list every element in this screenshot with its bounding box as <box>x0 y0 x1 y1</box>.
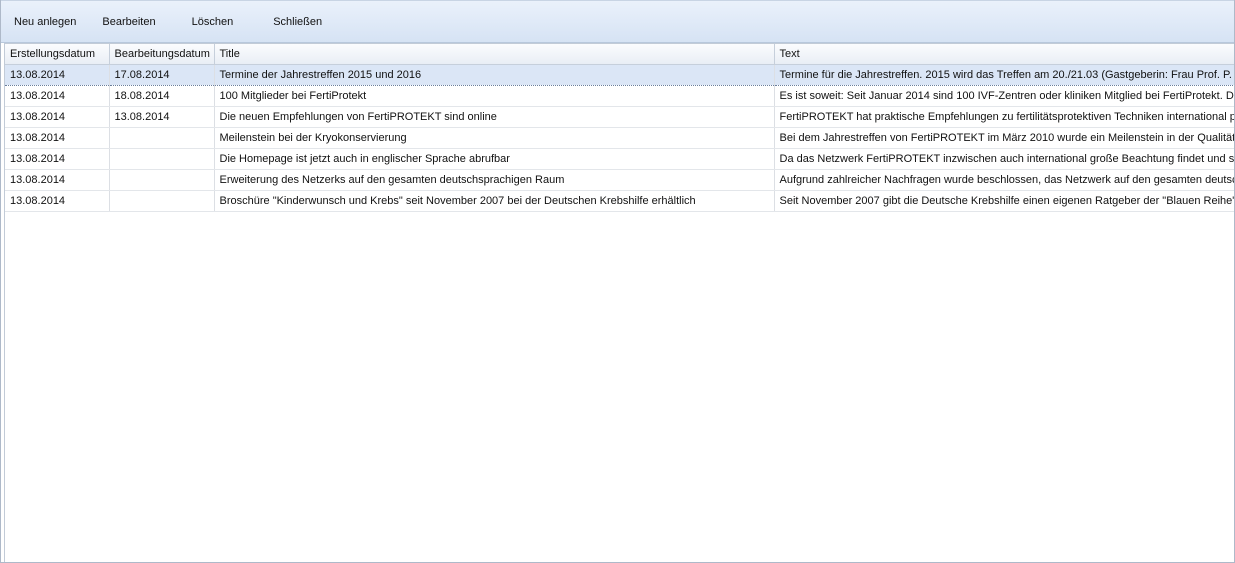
cell-title: Meilenstein bei der Kryokonservierung <box>214 127 775 149</box>
cell-edited: 13.08.2014 <box>109 106 215 128</box>
column-header-title[interactable]: Title <box>214 44 775 65</box>
cell-edited <box>109 148 215 170</box>
cell-created: 13.08.2014 <box>5 64 110 86</box>
cell-created: 13.08.2014 <box>5 190 110 212</box>
close-button[interactable]: Schließen <box>260 11 335 33</box>
cell-edited: 18.08.2014 <box>109 85 215 107</box>
table-row[interactable]: 13.08.2014 13.08.2014 Die neuen Empfehlu… <box>5 106 1234 128</box>
table-row[interactable]: 13.08.2014 18.08.2014 100 Mitglieder bei… <box>5 85 1234 107</box>
cell-text: Aufgrund zahlreicher Nachfragen wurde be… <box>774 169 1234 191</box>
cell-created: 13.08.2014 <box>5 127 110 149</box>
cell-title: Die Homepage ist jetzt auch in englische… <box>214 148 775 170</box>
new-button[interactable]: Neu anlegen <box>1 11 89 33</box>
cell-title: 100 Mitglieder bei FertiProtekt <box>214 85 775 107</box>
column-header-text[interactable]: Text <box>774 44 1234 65</box>
cell-title: Termine der Jahrestreffen 2015 und 2016 <box>214 64 775 86</box>
column-header-created[interactable]: Erstellungsdatum <box>5 44 110 65</box>
delete-button[interactable]: Löschen <box>179 11 247 33</box>
cell-text: Bei dem Jahrestreffen von FertiPROTEKT i… <box>774 127 1234 149</box>
cell-edited <box>109 127 215 149</box>
cell-title: Broschüre "Kinderwunsch und Krebs" seit … <box>214 190 775 212</box>
toolbar: Neu anlegen Bearbeiten Löschen Schließen <box>1 0 1234 43</box>
cell-text: Es ist soweit: Seit Januar 2014 sind 100… <box>774 85 1234 107</box>
cell-text: Seit November 2007 gibt die Deutsche Kre… <box>774 190 1234 212</box>
table-header-row: Erstellungsdatum Bearbeitungsdatum Title… <box>5 44 1234 65</box>
table-row[interactable]: 13.08.2014 Meilenstein bei der Kryokonse… <box>5 127 1234 149</box>
cell-text: Da das Netzwerk FertiPROTEKT inzwischen … <box>774 148 1234 170</box>
cell-created: 13.08.2014 <box>5 85 110 107</box>
cell-edited: 17.08.2014 <box>109 64 215 86</box>
table-row[interactable]: 13.08.2014 Erweiterung des Netzerks auf … <box>5 169 1234 191</box>
cell-text: FertiPROTEKT hat praktische Empfehlungen… <box>774 106 1234 128</box>
news-manager-window: Neu anlegen Bearbeiten Löschen Schließen… <box>0 0 1235 563</box>
cell-edited <box>109 169 215 191</box>
news-grid[interactable]: Erstellungsdatum Bearbeitungsdatum Title… <box>4 43 1234 562</box>
cell-created: 13.08.2014 <box>5 106 110 128</box>
cell-text: Termine für die Jahrestreffen. 2015 wird… <box>774 64 1234 86</box>
cell-created: 13.08.2014 <box>5 169 110 191</box>
table-row[interactable]: 13.08.2014 17.08.2014 Termine der Jahres… <box>5 64 1234 86</box>
cell-edited <box>109 190 215 212</box>
news-table: Erstellungsdatum Bearbeitungsdatum Title… <box>5 44 1234 212</box>
column-header-edited[interactable]: Bearbeitungsdatum <box>109 44 215 65</box>
cell-title: Erweiterung des Netzerks auf den gesamte… <box>214 169 775 191</box>
cell-created: 13.08.2014 <box>5 148 110 170</box>
table-row[interactable]: 13.08.2014 Die Homepage ist jetzt auch i… <box>5 148 1234 170</box>
edit-button[interactable]: Bearbeiten <box>89 11 168 33</box>
cell-title: Die neuen Empfehlungen von FertiPROTEKT … <box>214 106 775 128</box>
table-row[interactable]: 13.08.2014 Broschüre "Kinderwunsch und K… <box>5 190 1234 212</box>
